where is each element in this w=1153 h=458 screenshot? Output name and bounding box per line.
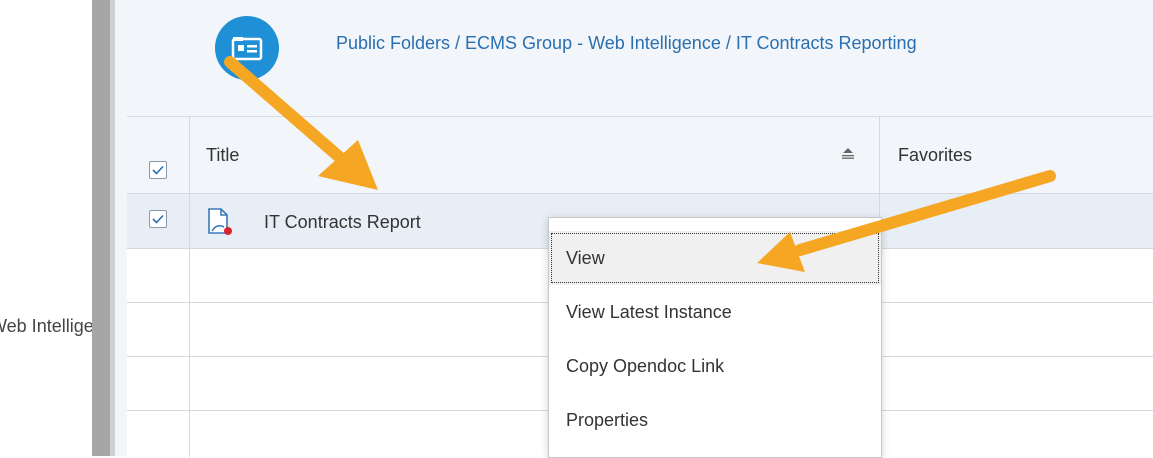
breadcrumb[interactable]: Public Folders / ECMS Group - Web Intell… [336,33,1153,54]
column-divider [189,117,190,457]
folder-card-icon [231,37,263,61]
sort-icon[interactable] [841,147,855,159]
menu-item-view[interactable]: View [549,231,881,285]
folder-badge [215,16,279,80]
menu-item-view-latest-instance[interactable]: View Latest Instance [549,285,881,339]
sidebar-cut-label: Web Intelligence [0,316,92,336]
sidebar-scroll-divider[interactable] [92,0,110,456]
select-all-checkbox[interactable] [149,161,167,179]
context-menu: View View Latest Instance Copy Opendoc L… [548,217,882,458]
menu-item-copy-opendoc-link[interactable]: Copy Opendoc Link [549,339,881,393]
webi-document-icon [208,208,232,235]
folder-header [127,0,1153,116]
column-header-favorites[interactable]: Favorites [898,145,972,166]
document-title[interactable]: IT Contracts Report [264,212,421,233]
menu-item-properties[interactable]: Properties [549,393,881,447]
table-header-row [127,117,1153,194]
row-checkbox[interactable] [149,210,167,228]
checkmark-icon [152,214,164,224]
panel-background [115,0,127,456]
column-header-title[interactable]: Title [206,145,239,166]
checkmark-icon [152,165,164,175]
